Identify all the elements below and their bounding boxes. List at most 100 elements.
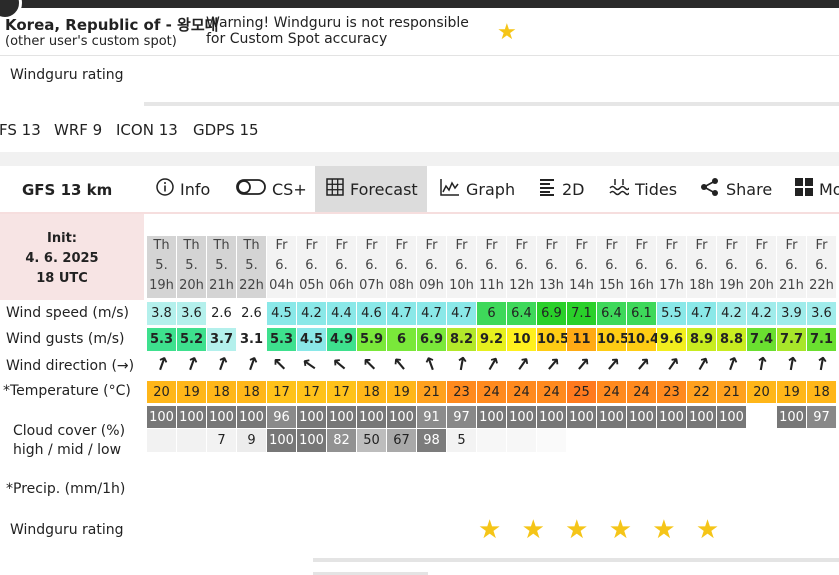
cloud-mid-cell: 82 — [327, 429, 356, 452]
model-link-gdps[interactable]: GDPS 15 — [193, 121, 259, 139]
hour-header-day: Th — [213, 238, 230, 253]
wind-gust-cell: 3.7 — [207, 328, 236, 351]
tab-info[interactable]: Info — [156, 166, 210, 212]
hour-header-day: Fr — [425, 238, 438, 253]
cloud-high-cell: 100 — [327, 405, 356, 428]
cloud-mid-cell: 98 — [417, 429, 446, 452]
cloud-high-cell: 100 — [387, 405, 416, 428]
cloud-mid-cell — [597, 429, 626, 452]
hour-header-day: Fr — [365, 238, 378, 253]
hour-header-date: 6. — [665, 258, 678, 273]
init-date: 4. 6. 2025 — [25, 251, 99, 266]
hour-header: Fr 6. 14h — [567, 236, 596, 298]
wind-gust-cell: 5.3 — [267, 328, 296, 351]
hour-header: Fr 6. 18h — [687, 236, 716, 298]
wind-direction-arrow-icon: ↑ — [327, 352, 354, 378]
model-link-icon[interactable]: ICON 13 — [116, 121, 178, 139]
cloud-high-cell: 100 — [357, 405, 386, 428]
spot-subtitle: (other user's custom spot) — [5, 34, 177, 49]
temperature-cell: 18 — [357, 380, 386, 403]
cloud-mid-cell — [177, 429, 206, 452]
hour-header-hour: 20h — [179, 278, 204, 293]
wind-gust-cell: 5.2 — [177, 328, 206, 351]
cloud-high-cell: 100 — [717, 405, 746, 428]
hour-header-day: Fr — [455, 238, 468, 253]
row-label-temperature: *Temperature (°C) — [3, 383, 131, 399]
wind-direction-arrow-icon: ↑ — [752, 352, 772, 377]
wind-gust-cell: 7.1 — [807, 328, 836, 351]
row-label-wind-speed: Wind speed (m/s) — [6, 305, 129, 321]
hour-header: Fr 6. 21h — [777, 236, 806, 298]
tab-2d[interactable]: 2D — [540, 166, 585, 212]
hour-header-date: 6. — [605, 258, 618, 273]
cloud-high-cell: 91 — [417, 405, 446, 428]
model-link-gfs[interactable]: FS 13 — [0, 121, 41, 139]
temperature-cell: 24 — [507, 380, 536, 403]
wind-direction-arrow-icon: ↑ — [420, 352, 442, 378]
cloud-high-cell: 100 — [477, 405, 506, 428]
hour-header: Th 5. 21h — [207, 236, 236, 298]
wind-speed-cell: 3.6 — [177, 302, 206, 325]
tab-tides[interactable]: Tides — [609, 166, 677, 212]
hour-header-date: 5. — [215, 258, 228, 273]
cloud-high-cell: 100 — [567, 405, 596, 428]
tab-info-label: Info — [180, 179, 211, 199]
cloud-high-cell: 100 — [597, 405, 626, 428]
cloud-mid-cell: 5 — [447, 429, 476, 452]
tab-share[interactable]: Share — [700, 166, 772, 212]
model-link-wrf[interactable]: WRF 9 — [54, 121, 102, 139]
wind-gust-cell: 5.3 — [147, 328, 176, 351]
wind-direction-arrow-icon: ↑ — [151, 352, 173, 378]
wind-speed-cell: 4.7 — [387, 302, 416, 325]
toggle-icon — [236, 179, 266, 199]
cloud-mid-cell: 67 — [387, 429, 416, 452]
hour-header: Fr 6. 13h — [537, 236, 566, 298]
tab-cs[interactable]: CS+ — [236, 166, 307, 212]
wind-speed-cell: 6 — [477, 302, 506, 325]
wind-speed-cell: 4.2 — [717, 302, 746, 325]
hour-header-day: Fr — [275, 238, 288, 253]
wind-speed-cell: 3.9 — [777, 302, 806, 325]
cloud-mid-cell: 7 — [207, 429, 236, 452]
hour-header: Fr 6. 05h — [297, 236, 326, 298]
hour-header-hour: 09h — [419, 278, 444, 293]
hour-header: Fr 6. 20h — [747, 236, 776, 298]
hour-header-hour: 17h — [659, 278, 684, 293]
hour-header-day: Fr — [515, 238, 528, 253]
cloud-high-cell: 100 — [177, 405, 206, 428]
hour-header-hour: 11h — [479, 278, 504, 293]
favorite-star-icon[interactable]: ★ — [497, 20, 517, 45]
temperature-cell: 25 — [567, 380, 596, 403]
wind-speed-cell: 6.9 — [537, 302, 566, 325]
cloud-mid-cell — [717, 429, 746, 452]
list-icon — [540, 178, 556, 200]
wind-direction-arrow-icon: ↑ — [388, 351, 414, 378]
hour-header-day: Fr — [755, 238, 768, 253]
tab-2d-label: 2D — [562, 179, 585, 199]
init-label: Init: — [47, 231, 77, 246]
cloud-mid-cell — [657, 429, 686, 452]
tab-forecast[interactable]: Forecast — [315, 166, 427, 212]
hour-header-day: Fr — [395, 238, 408, 253]
wind-direction-arrow-icon: ↑ — [241, 352, 263, 378]
hour-header: Fr 6. 08h — [387, 236, 416, 298]
cloud-mid-cell — [807, 429, 836, 452]
cloud-high-cell: 100 — [237, 405, 266, 428]
wind-gust-cell: 8.8 — [717, 328, 746, 351]
hour-header-date: 6. — [695, 258, 708, 273]
hour-header-day: Fr — [785, 238, 798, 253]
init-info: Init: 4. 6. 2025 18 UTC — [0, 229, 124, 289]
cloud-high-cell: 100 — [777, 405, 806, 428]
cloud-mid-cell — [537, 429, 566, 452]
tab-graph[interactable]: Graph — [440, 166, 515, 212]
hour-header-day: Fr — [605, 238, 618, 253]
wind-gust-cell: 8.9 — [687, 328, 716, 351]
hour-header-day: Fr — [485, 238, 498, 253]
windguru-rating-label: Windguru rating — [10, 67, 124, 83]
tab-more[interactable]: Mo — [795, 166, 839, 212]
cloud-mid-cell — [777, 429, 806, 452]
temperature-cell: 19 — [777, 380, 806, 403]
wind-gust-cell: 6 — [387, 328, 416, 351]
hour-header-date: 6. — [545, 258, 558, 273]
hour-header-hour: 04h — [269, 278, 294, 293]
